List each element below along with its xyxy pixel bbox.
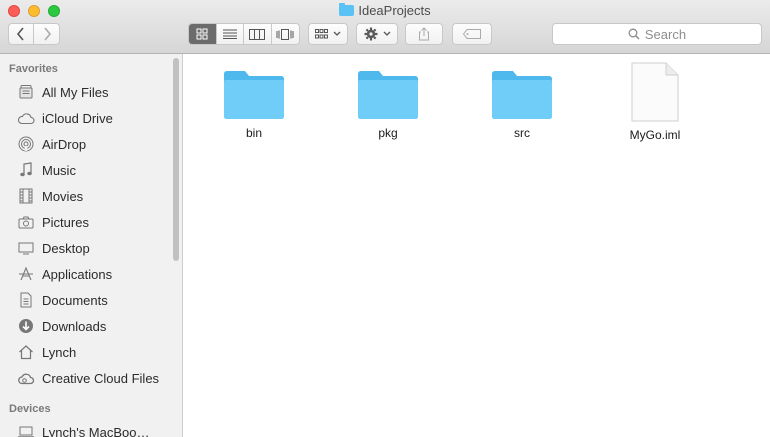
sidebar-item-label: Lynch: [42, 344, 77, 360]
sidebar-item-downloads[interactable]: Downloads: [16, 314, 106, 338]
file-name: MyGo.iml: [629, 128, 681, 142]
sidebar-item-all-my-files[interactable]: All My Files: [16, 80, 108, 104]
film-icon: [16, 187, 36, 205]
search-field[interactable]: Search: [552, 23, 762, 45]
sidebar-item-label: All My Files: [42, 84, 109, 100]
forward-button[interactable]: [34, 24, 59, 44]
chevron-down-icon: [383, 31, 390, 36]
view-mode-switcher: [188, 23, 300, 45]
folder-icon: [358, 71, 418, 119]
list-view-button[interactable]: [217, 24, 244, 44]
sidebar-item-label: Applications: [42, 266, 113, 282]
camera-icon: [16, 213, 36, 231]
tag-icon: [463, 29, 481, 39]
sidebar-scrollbar[interactable]: [173, 58, 179, 261]
document-icon: [631, 62, 679, 122]
cloud-icon: [16, 109, 36, 127]
sidebar-item-airdrop[interactable]: AirDrop: [16, 132, 86, 156]
download-icon: [16, 317, 36, 335]
window-toolbar: IdeaProjects Search: [0, 0, 770, 54]
sidebar-item-label: Documents: [42, 292, 108, 308]
sidebar-item-movies[interactable]: Movies: [16, 184, 83, 208]
back-button[interactable]: [9, 24, 35, 44]
window-title: IdeaProjects: [0, 3, 770, 18]
chevron-right-icon: [43, 27, 51, 41]
file-name: src: [514, 126, 530, 140]
chevron-left-icon: [16, 27, 24, 41]
laptop-icon: [16, 423, 36, 437]
sidebar-item-label: Desktop: [42, 240, 90, 256]
sidebar-item-lynch[interactable]: Lynch: [16, 340, 76, 364]
share-button[interactable]: [405, 23, 443, 45]
favorites-header: Favorites: [9, 63, 58, 75]
grid-icon: [196, 28, 208, 40]
home-icon: [16, 343, 36, 361]
icon-view-button[interactable]: [189, 24, 217, 44]
action-menu-button[interactable]: [356, 23, 398, 45]
gear-icon: [364, 27, 377, 41]
file-item-bin[interactable]: bin: [199, 68, 309, 140]
file-name: pkg: [378, 126, 398, 140]
folder-icon: [224, 71, 284, 119]
sidebar-item-label: Music: [42, 162, 76, 178]
sidebar-item-label: iCloud Drive: [42, 110, 113, 126]
cover-flow-view-button[interactable]: [272, 24, 299, 44]
chevron-down-icon: [333, 31, 341, 36]
all-files-icon: [16, 83, 36, 101]
music-icon: [16, 161, 36, 179]
folder-icon: [492, 71, 552, 119]
creative-cloud-icon: [16, 369, 36, 387]
list-icon: [222, 29, 237, 39]
sidebar: Favorites All My Files iCloud Drive AirD…: [0, 54, 183, 437]
sidebar-item-creative-cloud-files[interactable]: Creative Cloud Files: [16, 366, 159, 390]
search-icon: [628, 28, 640, 40]
sidebar-item-label: Lynch's MacBoo…: [42, 424, 150, 437]
file-item-pkg[interactable]: pkg: [333, 68, 443, 140]
sidebar-item-applications[interactable]: Applications: [16, 262, 112, 286]
sidebar-item-icloud-drive[interactable]: iCloud Drive: [16, 106, 113, 130]
column-view-button[interactable]: [244, 24, 272, 44]
sidebar-item-desktop[interactable]: Desktop: [16, 236, 90, 260]
file-browser-area: bin pkg src MyGo.iml: [184, 54, 770, 437]
document-icon: [16, 291, 36, 309]
sidebar-item-macbook[interactable]: Lynch's MacBoo…: [16, 420, 150, 437]
sidebar-item-label: Movies: [42, 188, 84, 204]
arrange-grid-icon: [315, 29, 328, 39]
applications-icon: [16, 265, 36, 283]
sidebar-item-label: AirDrop: [42, 136, 87, 152]
sidebar-item-label: Creative Cloud Files: [42, 370, 160, 386]
file-name: bin: [245, 126, 262, 140]
share-icon: [419, 27, 429, 41]
sidebar-item-label: Downloads: [42, 318, 107, 334]
folder-icon: [339, 3, 355, 16]
cover-flow-icon: [276, 28, 294, 40]
search-placeholder: Search: [644, 26, 687, 42]
sidebar-item-documents[interactable]: Documents: [16, 288, 108, 312]
sidebar-item-pictures[interactable]: Pictures: [16, 210, 89, 234]
navigation-buttons: [8, 23, 60, 45]
columns-icon: [249, 28, 266, 40]
arrange-button[interactable]: [308, 23, 348, 45]
sidebar-item-music[interactable]: Music: [16, 158, 76, 182]
tags-button[interactable]: [452, 23, 492, 45]
desktop-icon: [16, 239, 36, 257]
window-title-text: IdeaProjects: [358, 3, 431, 18]
airdrop-icon: [16, 135, 36, 153]
sidebar-item-label: Pictures: [42, 214, 89, 230]
file-item-mygo-iml[interactable]: MyGo.iml: [600, 62, 710, 142]
file-item-src[interactable]: src: [467, 68, 577, 140]
devices-header: Devices: [9, 403, 51, 415]
